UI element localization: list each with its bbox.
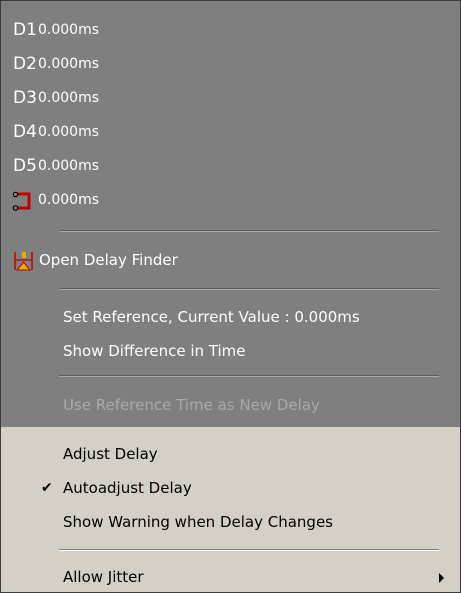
separator [59,230,439,232]
adjust-delay-label: Adjust Delay [63,445,158,463]
separator [59,375,439,377]
delay-finder-icon [13,250,35,276]
reference-delay-row[interactable]: 0.000ms [1,186,460,216]
context-menu: D1 0.000ms D2 0.000ms D3 0.000ms D4 0.00… [0,0,461,593]
dark-section: D1 0.000ms D2 0.000ms D3 0.000ms D4 0.00… [1,1,460,427]
delay-row-d4[interactable]: D4 0.000ms [1,118,460,148]
show-difference-item[interactable]: Show Difference in Time [1,337,460,367]
delay-value: 0.000ms [38,158,100,174]
show-difference-label: Show Difference in Time [63,342,246,360]
delay-value: 0.000ms [38,22,100,38]
allow-jitter-label: Allow Jitter [63,568,144,586]
delay-label: D5 [13,156,37,176]
delay-value: 0.000ms [38,124,100,140]
set-reference-item[interactable]: Set Reference, Current Value : 0.000ms [1,303,460,333]
autoadjust-delay-label: Autoadjust Delay [63,479,192,497]
open-delay-finder-item[interactable]: Open Delay Finder [1,246,460,276]
delay-label: D3 [13,88,37,108]
adjust-delay-item[interactable]: Adjust Delay [1,440,460,470]
reference-value: 0.000ms [38,192,100,208]
delay-label: D2 [13,54,37,74]
allow-jitter-item[interactable]: Allow Jitter [1,563,460,592]
delay-row-d1[interactable]: D1 0.000ms [1,16,460,46]
use-reference-label: Use Reference Time as New Delay [63,396,320,414]
light-section: Adjust Delay ✔ Autoadjust Delay Show War… [1,427,460,592]
set-reference-label: Set Reference, Current Value : 0.000ms [63,308,360,326]
show-warning-item[interactable]: Show Warning when Delay Changes [1,508,460,538]
delay-label: D4 [13,122,37,142]
delay-label: D1 [13,20,37,40]
open-delay-finder-label: Open Delay Finder [39,251,178,269]
delay-row-d5[interactable]: D5 0.000ms [1,152,460,182]
reference-bracket-icon [12,191,32,215]
separator [59,288,439,290]
delay-value: 0.000ms [38,56,100,72]
delay-value: 0.000ms [38,90,100,106]
delay-row-d2[interactable]: D2 0.000ms [1,50,460,80]
autoadjust-delay-item[interactable]: ✔ Autoadjust Delay [1,474,460,504]
checkmark-icon: ✔ [41,480,53,496]
submenu-arrow-icon [439,573,444,583]
separator [59,549,439,551]
delay-row-d3[interactable]: D3 0.000ms [1,84,460,114]
show-warning-label: Show Warning when Delay Changes [63,513,333,531]
use-reference-item: Use Reference Time as New Delay [1,391,460,421]
